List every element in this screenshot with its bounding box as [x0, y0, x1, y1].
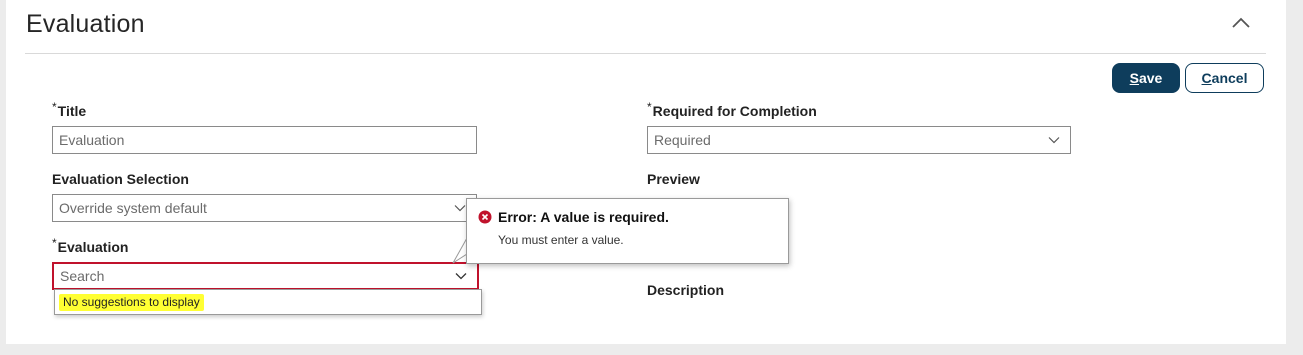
save-label: ave	[1138, 70, 1163, 86]
title-input-value: Evaluation	[59, 132, 125, 148]
evaluation-label: *Evaluation	[52, 236, 129, 255]
suggestion-dropdown: No suggestions to display	[54, 289, 482, 315]
error-message: You must enter a value.	[498, 233, 624, 247]
chevron-down-icon	[1048, 137, 1060, 144]
no-suggestions-message: No suggestions to display	[59, 294, 204, 311]
title-input[interactable]: Evaluation	[52, 126, 477, 154]
evaluation-selection-value: Override system default	[59, 200, 207, 216]
title-label: *Title	[52, 100, 87, 119]
required-marker: *	[52, 236, 57, 250]
chevron-down-icon[interactable]	[455, 272, 467, 280]
error-tooltip: Error: A value is required. You must ent…	[466, 198, 789, 264]
evaluation-search-input[interactable]: Search	[52, 262, 479, 290]
preview-label: Preview	[647, 171, 700, 187]
chevron-down-icon	[454, 205, 466, 212]
evaluation-selection-label: Evaluation Selection	[52, 171, 189, 187]
error-title: Error: A value is required.	[498, 209, 669, 225]
cancel-button[interactable]: Cancel	[1185, 63, 1264, 93]
collapse-section-button[interactable]	[1228, 12, 1254, 34]
evaluation-selection-select[interactable]: Override system default	[52, 194, 477, 222]
save-button[interactable]: Save	[1112, 63, 1180, 93]
save-accelerator: S	[1129, 70, 1139, 86]
evaluation-search-placeholder: Search	[60, 268, 105, 284]
error-circle-icon	[478, 210, 492, 224]
section-title: Evaluation	[26, 10, 145, 38]
cancel-label: ancel	[1211, 70, 1248, 86]
required-for-completion-value: Required	[654, 132, 711, 148]
chevron-up-icon	[1232, 17, 1250, 28]
required-marker: *	[647, 100, 652, 114]
required-for-completion-select[interactable]: Required	[647, 126, 1071, 154]
required-marker: *	[52, 100, 57, 114]
description-label: Description	[647, 282, 725, 298]
section-divider	[25, 53, 1266, 54]
required-for-completion-label: *Required for Completion	[647, 100, 817, 119]
cancel-accelerator: C	[1201, 70, 1212, 86]
